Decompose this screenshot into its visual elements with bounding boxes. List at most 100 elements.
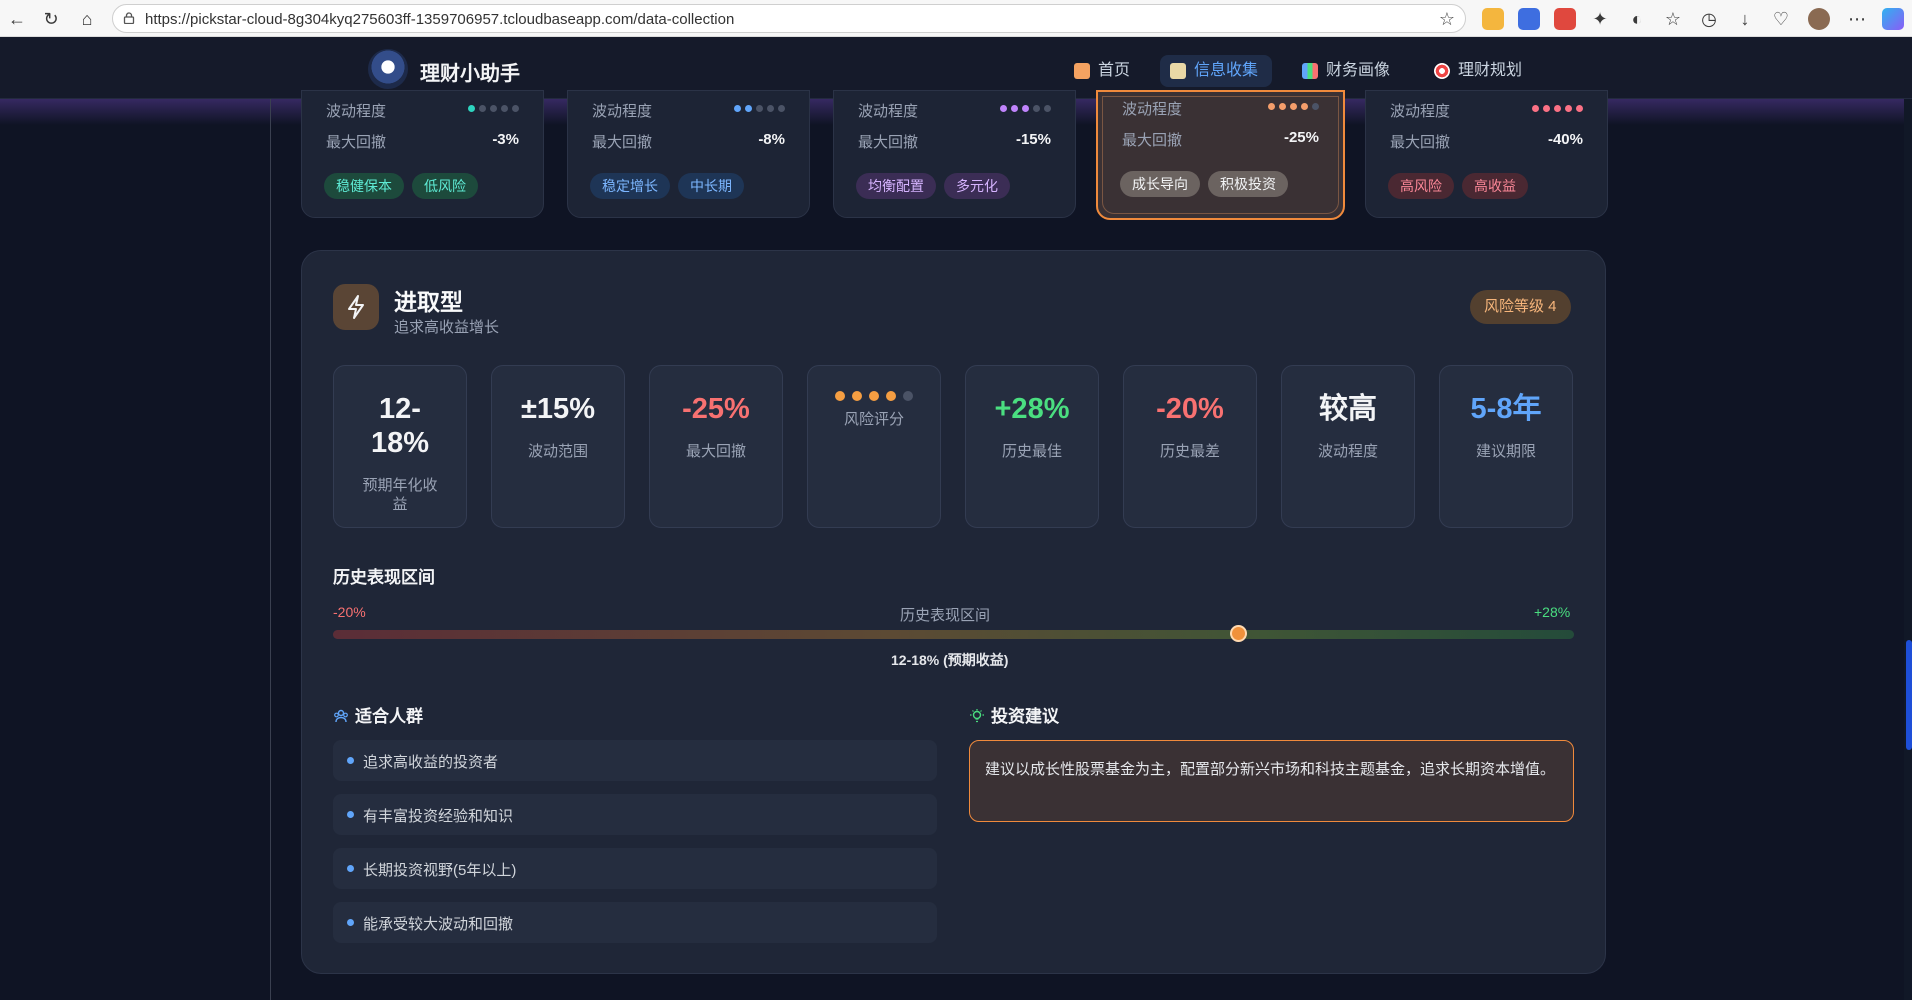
volatility-dot — [1033, 105, 1040, 112]
bar-chart-icon — [1302, 63, 1318, 79]
card-tag: 稳定增长 — [590, 173, 670, 199]
investment-advice-box: 建议以成长性股票基金为主，配置部分新兴市场和科技主题基金，追求长期资本增值。 — [969, 740, 1574, 822]
range-caption: 12-18% (预期收益) — [891, 652, 1009, 668]
scrollbar-track[interactable] — [1904, 99, 1912, 1000]
nav-planning[interactable]: 理财规划 — [1424, 55, 1536, 87]
risk-score-dot — [869, 391, 879, 401]
copilot-icon[interactable] — [1882, 8, 1904, 30]
audience-list-item: 追求高收益的投资者 — [333, 740, 937, 781]
drawdown-label: 最大回撤 — [592, 134, 653, 151]
nav-financial-profile[interactable]: 财务画像 — [1292, 55, 1404, 87]
back-icon[interactable]: ← — [6, 8, 28, 30]
bullet-dot — [347, 865, 354, 872]
expected-return-marker — [1229, 625, 1247, 642]
extension-icon[interactable] — [1518, 8, 1540, 30]
drawdown-row: 最大回撤 -40% — [1390, 131, 1583, 152]
card-tag: 低风险 — [412, 173, 478, 199]
stat-card: 较高 波动程度 — [1281, 365, 1415, 528]
favorites-icon[interactable]: ☆ — [1662, 8, 1684, 30]
browser-toolbar: ← ↻ ⌂ https://pickstar-cloud-8g304kyq275… — [0, 0, 1912, 37]
nav-label: 信息收集 — [1194, 62, 1259, 79]
extension-icon[interactable] — [1554, 8, 1576, 30]
volatility-label: 波动程度 — [858, 103, 919, 120]
drawdown-value: -25% — [1283, 129, 1319, 146]
volatility-dot — [745, 105, 752, 112]
brand-title[interactable]: 理财小助手 — [420, 57, 520, 86]
reload-icon[interactable]: ↻ — [40, 8, 62, 30]
url-text: https://pickstar-cloud-8g304kyq275603ff-… — [145, 11, 735, 28]
volatility-dot — [468, 105, 475, 112]
extension-icon[interactable] — [1482, 8, 1504, 30]
volatility-dot — [778, 105, 785, 112]
stat-card: -20% 历史最差 — [1123, 365, 1257, 528]
risk-type-card[interactable]: 波动程度 最大回撤 -25% 成长导向 积极投资 — [1096, 90, 1345, 220]
stat-label: 波动程度 — [1317, 443, 1378, 460]
puzzle-icon[interactable]: ✦ — [1589, 8, 1611, 30]
stat-value: -25% — [682, 393, 750, 425]
volatility-label: 波动程度 — [326, 103, 387, 120]
volatility-row: 波动程度 — [326, 100, 519, 121]
stat-card: 风险评分 — [807, 365, 941, 528]
health-icon[interactable]: ♡ — [1770, 8, 1792, 30]
volatility-row: 波动程度 — [592, 100, 785, 121]
volatility-dot — [1268, 103, 1275, 110]
nav-label: 财务画像 — [1326, 62, 1391, 79]
drawdown-value: -8% — [758, 131, 785, 148]
split-screen-icon[interactable]: ◐ — [1626, 8, 1648, 30]
performance-range-bar — [333, 630, 1574, 639]
volatility-dot — [756, 105, 763, 112]
profile-avatar[interactable] — [1808, 8, 1830, 30]
download-icon[interactable]: ↓ — [1734, 8, 1756, 30]
volatility-dot — [1532, 105, 1539, 112]
favorite-star-icon[interactable]: ☆ — [1439, 9, 1455, 30]
card-tag: 多元化 — [944, 173, 1010, 199]
scrollbar-thumb[interactable] — [1906, 640, 1912, 750]
card-tag: 均衡配置 — [856, 173, 936, 199]
stat-card: 5-8年 建议期限 — [1439, 365, 1573, 528]
card-tags: 稳定增长 中长期 — [590, 173, 744, 199]
audience-item-text: 长期投资视野(5年以上) — [363, 862, 517, 879]
volatility-row: 波动程度 — [1390, 100, 1583, 121]
stat-card: -25% 最大回撤 — [649, 365, 783, 528]
risk-score-dot — [903, 391, 913, 401]
stat-value: 较高 — [1318, 393, 1377, 425]
users-icon — [334, 709, 348, 723]
address-bar[interactable]: https://pickstar-cloud-8g304kyq275603ff-… — [112, 4, 1466, 33]
stat-label: 历史最差 — [1159, 443, 1220, 460]
range-min-label: -20% — [333, 604, 366, 620]
more-icon[interactable]: ⋯ — [1846, 8, 1868, 30]
volatility-dot — [1301, 103, 1308, 110]
risk-type-card[interactable]: 波动程度最大回撤 -8% 稳定增长 中长期 — [567, 90, 810, 218]
drawdown-label: 最大回撤 — [858, 134, 919, 151]
range-max-label: +28% — [1534, 604, 1571, 620]
audience-section-title: 适合人群 — [333, 702, 423, 727]
stat-value: ±15% — [521, 393, 595, 425]
history-icon[interactable]: ◷ — [1698, 8, 1720, 30]
volatility-dot — [1044, 105, 1051, 112]
risk-score-dot — [886, 391, 896, 401]
drawdown-label: 最大回撤 — [326, 134, 387, 151]
profile-subtitle: 追求高收益增长 — [394, 319, 500, 336]
risk-type-card[interactable]: 波动程度 最大回撤 -3% 稳健保本 低风险 — [301, 90, 544, 218]
stat-label: 预期年化收益 — [362, 477, 438, 513]
volatility-dots — [1532, 105, 1583, 112]
risk-score-dot — [852, 391, 862, 401]
drawdown-value: -15% — [1015, 131, 1051, 148]
drawdown-row: 最大回撤 -8% — [592, 131, 785, 152]
bullet-dot — [347, 757, 354, 764]
home-icon[interactable]: ⌂ — [76, 8, 98, 30]
stat-label: 历史最佳 — [1001, 443, 1062, 460]
brand-logo[interactable] — [368, 49, 408, 89]
drawdown-row: 最大回撤 -3% — [326, 131, 519, 152]
risk-type-card[interactable]: 波动程度最大回撤 -15% 均衡配置 多元化 — [833, 90, 1076, 218]
bullet-dot — [347, 919, 354, 926]
card-tags: 均衡配置 多元化 — [856, 173, 1010, 199]
nav-home[interactable]: 首页 — [1064, 55, 1144, 87]
volatility-row: 波动程度 — [1122, 98, 1319, 119]
stat-value: 5-8年 — [1470, 393, 1542, 425]
audience-item-text: 有丰富投资经验和知识 — [363, 808, 514, 825]
risk-type-card[interactable]: 波动程度 最大回撤 -40% 高风险 高收益 — [1365, 90, 1608, 218]
volatility-row: 波动程度 — [858, 100, 1051, 121]
card-tag: 成长导向 — [1120, 171, 1200, 197]
nav-data-collection[interactable]: 信息收集 — [1160, 55, 1273, 87]
